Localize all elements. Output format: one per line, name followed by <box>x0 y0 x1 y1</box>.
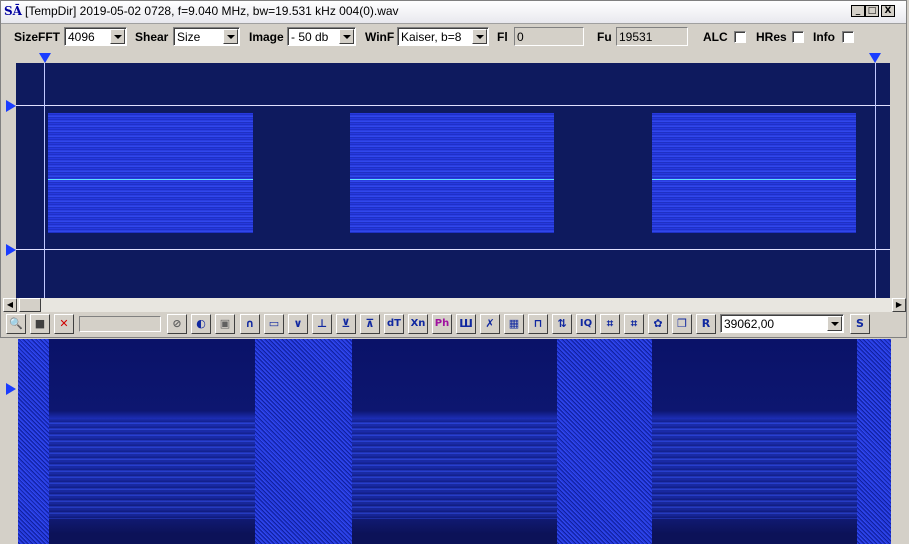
spectrum-window: SĀ [TempDir] 2019-05-02 0728, f=9.040 MH… <box>0 0 907 338</box>
signal-burst <box>350 113 554 233</box>
maximize-button[interactable]: □ <box>865 5 879 17</box>
winf-value: Kaiser, b=8 <box>401 30 462 44</box>
rectangle-icon[interactable]: ▭ <box>264 314 284 334</box>
lower-time-marker[interactable] <box>6 383 16 395</box>
filter-icon[interactable]: ⊥ <box>312 314 332 334</box>
comb-icon[interactable]: Ш <box>456 314 476 334</box>
filter3-icon[interactable]: ⊼ <box>360 314 380 334</box>
scroll-thumb[interactable] <box>19 298 41 312</box>
shear-value: Size <box>177 30 201 44</box>
bottom-time-marker[interactable] <box>6 244 16 256</box>
sizefft-combo[interactable]: 4096 <box>64 27 127 46</box>
title-bar[interactable]: SĀ [TempDir] 2019-05-02 0728, f=9.040 MH… <box>1 1 906 24</box>
iq-button[interactable]: IQ <box>576 314 596 334</box>
fu-label: Fu <box>597 30 612 44</box>
info-label: Info <box>813 30 835 44</box>
fl-label: Fl <box>497 30 508 44</box>
shear-label: Shear <box>135 30 169 44</box>
filter2-icon[interactable]: ⊻ <box>336 314 356 334</box>
winf-label: WinF <box>365 30 395 44</box>
pattern1-icon[interactable]: ⌗ <box>600 314 620 334</box>
minimize-button[interactable]: _ <box>851 5 865 17</box>
fl-field[interactable]: 0 <box>514 27 584 46</box>
value-combo-text: 39062,00 <box>724 317 775 331</box>
app-icon: SĀ <box>4 4 22 18</box>
time-cursor-top <box>16 105 890 106</box>
carrier-line <box>350 179 554 180</box>
left-frequency-marker[interactable] <box>39 53 51 63</box>
s-button[interactable]: S <box>850 314 870 334</box>
scroll-right-icon[interactable]: ▶ <box>892 298 906 312</box>
signal-burst <box>48 113 253 233</box>
alc-label: ALC <box>703 30 728 44</box>
settings-toolbar: SizeFFT 4096 Shear Size Image - 50 db Wi… <box>1 24 906 50</box>
swap-icon[interactable]: ⇅ <box>552 314 572 334</box>
carrier-line <box>652 179 856 180</box>
ph-button[interactable]: Ph <box>432 314 452 334</box>
value-combo[interactable]: 39062,00 <box>720 314 844 333</box>
shear-combo[interactable]: Size <box>173 27 240 46</box>
alc-checkbox[interactable] <box>734 31 746 43</box>
fu-value: 19531 <box>619 30 653 44</box>
xn-button[interactable]: Xn <box>408 314 428 334</box>
grid-icon[interactable]: ▦ <box>504 314 524 334</box>
burst-texture <box>652 419 857 519</box>
chevron-down-icon[interactable] <box>339 29 354 44</box>
window-title: [TempDir] 2019-05-02 0728, f=9.040 MHz, … <box>25 4 399 18</box>
close-button[interactable]: X <box>881 5 895 17</box>
burst-texture <box>352 419 557 519</box>
r-button[interactable]: R <box>696 314 716 334</box>
fl-value: 0 <box>517 30 524 44</box>
speaker-icon[interactable]: ◐ <box>191 314 211 334</box>
chevron-down-icon[interactable] <box>223 29 238 44</box>
chevron-down-icon[interactable] <box>472 29 487 44</box>
signal-burst <box>652 113 856 233</box>
arc-icon[interactable]: ∩ <box>240 314 260 334</box>
gear-icon[interactable]: ✿ <box>648 314 668 334</box>
winf-combo[interactable]: Kaiser, b=8 <box>397 27 489 46</box>
burst-texture <box>49 419 255 519</box>
tools-toolbar: 🔍 ■ ✕ ⊘ ◐ ▣ ∩ ▭ ∨ ⊥ ⊻ ⊼ dT Xn Ph Ш ✗ ▦ ⊓… <box>1 312 906 336</box>
image-combo[interactable]: - 50 db <box>287 27 356 46</box>
hres-label: HRes <box>756 30 787 44</box>
spectrogram-top[interactable] <box>16 63 890 298</box>
horizontal-scrollbar[interactable]: ◀ ▶ <box>3 298 906 312</box>
pattern2-icon[interactable]: ⌗ <box>624 314 644 334</box>
chevron-down-icon[interactable] <box>110 29 125 44</box>
freq-cursor-left <box>44 63 45 298</box>
carrier-line <box>48 179 253 180</box>
chevron-down-icon[interactable] <box>827 316 842 331</box>
right-frequency-marker[interactable] <box>869 53 881 63</box>
cancel-icon[interactable]: ✕ <box>54 314 74 334</box>
image-label: Image <box>249 30 284 44</box>
hres-checkbox[interactable] <box>792 31 804 43</box>
freq-cursor-right <box>875 63 876 298</box>
info-checkbox[interactable] <box>842 31 854 43</box>
copy-icon[interactable]: ❐ <box>672 314 692 334</box>
spectrogram-bottom[interactable] <box>18 339 891 544</box>
stop-square-icon[interactable]: ▣ <box>215 314 235 334</box>
progress-field <box>79 316 161 332</box>
zoom-icon[interactable]: 🔍 <box>6 314 26 334</box>
top-time-marker[interactable] <box>6 100 16 112</box>
sizefft-label: SizeFFT <box>14 30 61 44</box>
stop-icon[interactable]: ⊘ <box>167 314 187 334</box>
v-shape-icon[interactable]: ∨ <box>288 314 308 334</box>
sizefft-value: 4096 <box>68 30 95 44</box>
image-value: - 50 db <box>291 30 329 44</box>
folder-icon[interactable]: ■ <box>30 314 50 334</box>
scroll-left-icon[interactable]: ◀ <box>3 298 17 312</box>
dt-button[interactable]: dT <box>384 314 404 334</box>
time-cursor-bottom <box>16 249 890 250</box>
square-wave-icon[interactable]: ⊓ <box>528 314 548 334</box>
fu-field[interactable]: 19531 <box>616 27 688 46</box>
cross-icon[interactable]: ✗ <box>480 314 500 334</box>
